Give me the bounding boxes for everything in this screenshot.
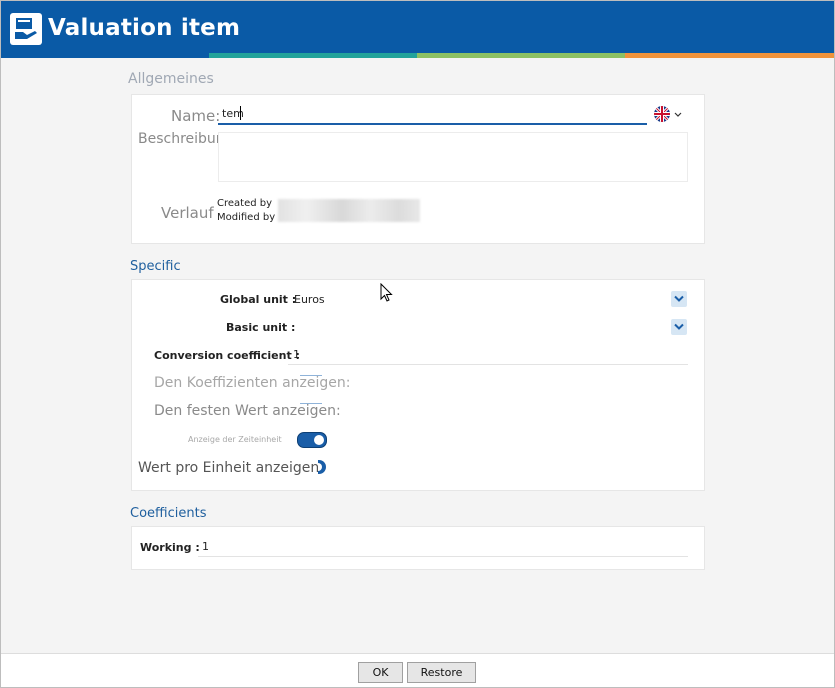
name-input-underline xyxy=(218,123,647,125)
basic-unit-label: Basic unit : xyxy=(226,321,296,334)
header-stripe-teal xyxy=(209,53,417,58)
show-fixed-value-toggle[interactable] xyxy=(300,403,322,404)
conversion-coefficient-input[interactable]: 1 xyxy=(293,348,300,361)
value-per-unit-toggle[interactable] xyxy=(318,460,326,474)
dialog-footer: OK Restore xyxy=(1,653,834,687)
value-per-unit-label: Wert pro Einheit anzeigen: xyxy=(138,460,324,476)
coefficients-panel: Working : 1 xyxy=(131,526,705,570)
working-input-underline xyxy=(198,556,688,557)
header-stripe-green xyxy=(417,53,625,58)
show-fixed-value-label: Den festen Wert anzeigen: xyxy=(154,403,341,419)
name-label: Name: xyxy=(171,107,221,125)
modified-by-label: Modified by xyxy=(217,212,276,223)
global-unit-label: Global unit : xyxy=(220,293,297,306)
conversion-coefficient-label: Conversion coefficient : xyxy=(154,349,300,362)
created-by-label: Created by xyxy=(217,198,273,209)
ok-button[interactable]: OK xyxy=(358,662,403,683)
specific-panel: Global unit : Euros Basic unit : Convers… xyxy=(131,279,705,491)
chevron-down-icon xyxy=(674,112,682,117)
basic-unit-dropdown-button[interactable] xyxy=(671,319,687,335)
global-unit-select[interactable]: Euros xyxy=(294,293,325,306)
header-stripe-orange xyxy=(625,53,834,58)
description-textarea[interactable] xyxy=(218,132,688,182)
chevron-down-icon xyxy=(674,295,684,302)
global-unit-dropdown-button[interactable] xyxy=(671,291,687,307)
text-caret xyxy=(240,106,241,120)
valuation-item-icon xyxy=(10,13,42,45)
section-title-specific: Specific xyxy=(130,259,181,274)
title-bar: Valuation item xyxy=(1,1,834,53)
toggle-knob xyxy=(314,435,324,445)
section-title-general: Allgemeines xyxy=(128,71,214,87)
working-input[interactable]: 1 xyxy=(202,540,209,553)
restore-button[interactable]: Restore xyxy=(407,662,476,683)
dialog-window: Valuation item Allgemeines Name: tem Bes… xyxy=(0,0,835,688)
show-coefficients-toggle[interactable] xyxy=(300,375,322,376)
window-title: Valuation item xyxy=(48,15,241,41)
header-stripe-blue xyxy=(1,53,209,58)
chevron-down-icon xyxy=(674,323,684,330)
history-blurred-value xyxy=(278,199,420,222)
time-unit-toggle[interactable] xyxy=(297,432,327,448)
show-coefficients-label: Den Koeffizienten anzeigen: xyxy=(154,375,351,391)
working-label: Working : xyxy=(140,541,200,554)
mouse-cursor-icon xyxy=(380,283,393,302)
time-unit-label: Anzeige der Zeiteinheit xyxy=(188,435,282,444)
general-panel: Name: tem Beschreibung: Verlauf Created … xyxy=(131,94,705,244)
uk-flag-icon xyxy=(654,106,670,122)
history-label: Verlauf xyxy=(161,204,214,222)
section-title-coefficients: Coefficients xyxy=(130,506,207,521)
language-selector[interactable] xyxy=(654,105,684,123)
conversion-input-underline xyxy=(288,364,688,365)
